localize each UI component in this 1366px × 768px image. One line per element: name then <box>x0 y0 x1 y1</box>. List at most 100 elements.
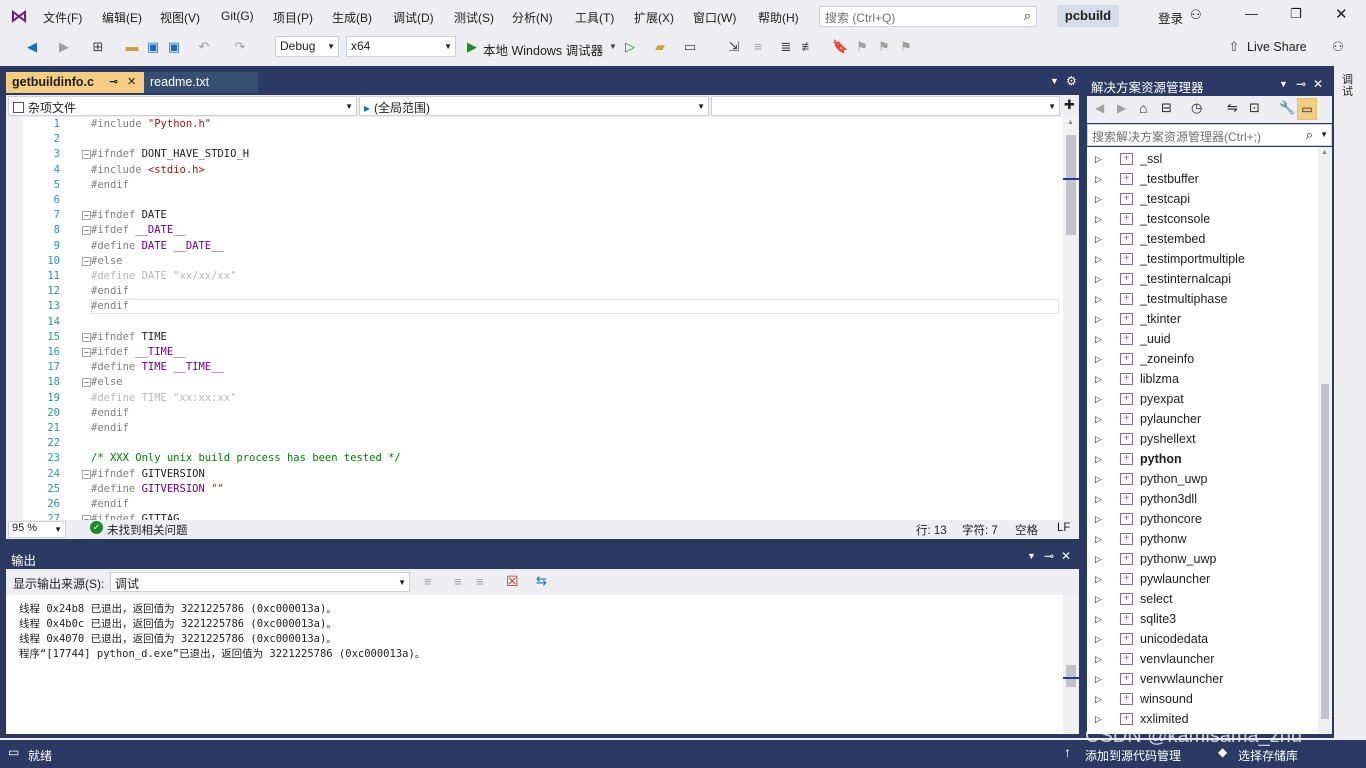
fold-toggle-icon[interactable]: − <box>82 332 91 342</box>
expand-arrow-icon[interactable]: ▷ <box>1095 249 1102 269</box>
menu-item[interactable]: Git(G) <box>221 9 254 23</box>
account-icon[interactable]: ⚇ <box>1190 7 1202 23</box>
global-scope-select[interactable]: ▸ (全局范围) ▼ <box>359 96 709 116</box>
sync-icon[interactable]: ⇋ <box>1227 100 1238 116</box>
tree-item[interactable]: ▷ + pylauncher <box>1087 409 1317 429</box>
issues-status[interactable]: 未找到相关问题 <box>107 522 188 538</box>
expand-arrow-icon[interactable]: ▷ <box>1095 209 1102 229</box>
platform-select[interactable]: x64 ▼ <box>346 36 456 57</box>
member-select[interactable]: ▼ <box>711 96 1060 116</box>
home-icon[interactable]: ⌂ <box>1139 100 1147 116</box>
close-icon[interactable]: ✕ <box>1061 549 1071 563</box>
tree-item[interactable]: ▷ + _testimportmultiple <box>1087 249 1317 269</box>
menu-item[interactable]: 编辑(E) <box>102 9 142 26</box>
column-indicator[interactable]: 字符: 7 <box>962 522 998 538</box>
pin-icon[interactable]: ⊸ <box>1296 77 1306 91</box>
split-icon[interactable]: ✚ <box>1064 97 1075 113</box>
expand-arrow-icon[interactable]: ▷ <box>1095 609 1102 629</box>
expand-arrow-icon[interactable]: ▷ <box>1095 669 1102 689</box>
expand-arrow-icon[interactable]: ▷ <box>1095 269 1102 289</box>
switch-view-icon[interactable]: ⊟ <box>1161 100 1172 116</box>
pin-icon[interactable]: ⊸ <box>109 75 118 88</box>
solution-scroll-thumb[interactable] <box>1321 384 1329 719</box>
output-vertical-scrollbar[interactable] <box>1063 595 1079 734</box>
restore-button[interactable]: ❐ <box>1290 6 1302 22</box>
tree-item[interactable]: ▷ + python <box>1087 449 1317 469</box>
code-editor[interactable]: 1 #include "Python.h" 2 3− #ifndef DONT_HAVE… <box>6 117 1079 520</box>
menu-item[interactable]: 工具(T) <box>575 9 614 26</box>
tree-item[interactable]: ▷ + _uuid <box>1087 329 1317 349</box>
forward-icon[interactable]: ▶ <box>1117 101 1126 115</box>
menu-item[interactable]: 窗口(W) <box>693 9 736 26</box>
tab-getbuildinfo[interactable]: getbuildinfo.c ⊸ ✕ <box>6 72 144 93</box>
output-text-area[interactable]: 线程 0x24b8 已退出，返回值为 3221225786 (0xc000013… <box>6 595 1079 734</box>
arrow-up-icon[interactable]: ↑ <box>1064 744 1071 760</box>
window-layout-icon[interactable]: ▭ <box>682 39 698 55</box>
expand-arrow-icon[interactable]: ▷ <box>1095 569 1102 589</box>
start-debugger-button[interactable]: 本地 Windows 调试器 <box>483 40 603 59</box>
undo-icon[interactable]: ↶ <box>196 39 212 55</box>
line-indicator[interactable]: 行: 13 <box>916 522 947 538</box>
bookmark-icon[interactable]: 🔖 <box>832 39 848 55</box>
collapse-all-icon[interactable]: ⊡ <box>1249 100 1260 116</box>
expand-arrow-icon[interactable]: ▷ <box>1095 389 1102 409</box>
tree-item[interactable]: ▷ + venvwlauncher <box>1087 669 1317 689</box>
expand-arrow-icon[interactable]: ▷ <box>1095 689 1102 709</box>
feedback-icon[interactable]: ⚇ <box>1330 39 1346 55</box>
close-button[interactable]: ✕ <box>1335 5 1348 23</box>
close-icon[interactable]: ✕ <box>1313 77 1323 91</box>
clear-all-icon[interactable]: ☒ <box>506 573 519 590</box>
login-link[interactable]: 登录 <box>1158 8 1183 27</box>
new-project-icon[interactable]: ⊞ <box>90 39 106 55</box>
history-icon[interactable]: ◷ <box>1191 100 1202 116</box>
zoom-select[interactable]: 95 % ▼ <box>8 521 66 538</box>
expand-arrow-icon[interactable]: ▷ <box>1095 309 1102 329</box>
expand-arrow-icon[interactable]: ▷ <box>1095 489 1102 509</box>
tree-item[interactable]: ▷ + sqlite3 <box>1087 609 1317 629</box>
chevron-down-icon[interactable]: ▼ <box>1320 130 1328 139</box>
clear-bookmark-icon[interactable]: ⚑ <box>898 39 914 55</box>
back-icon[interactable]: ◀ <box>24 39 40 55</box>
menu-item[interactable]: 视图(V) <box>160 9 200 26</box>
menu-item[interactable]: 帮助(H) <box>758 9 799 26</box>
tree-item[interactable]: ▷ + _tkinter <box>1087 309 1317 329</box>
tree-item[interactable]: ▷ + winsound <box>1087 689 1317 709</box>
minimize-button[interactable]: — <box>1245 6 1258 21</box>
redo-icon[interactable]: ↷ <box>232 39 248 55</box>
tree-item[interactable]: ▷ + _zoneinfo <box>1087 349 1317 369</box>
tab-overflow-icon[interactable]: ▼ <box>1050 76 1059 86</box>
tree-item[interactable]: ▷ + _testembed <box>1087 229 1317 249</box>
fold-toggle-icon[interactable]: − <box>82 469 91 479</box>
vs-logo-icon[interactable]: ⋈ <box>10 6 32 26</box>
next-bookmark-icon[interactable]: ⚑ <box>876 39 892 55</box>
config-select[interactable]: Debug ▼ <box>275 36 339 57</box>
share-icon[interactable]: ⇧ <box>1226 39 1242 55</box>
expand-arrow-icon[interactable]: ▷ <box>1095 369 1102 389</box>
back-icon[interactable]: ◀ <box>1095 101 1104 115</box>
save-all-icon[interactable]: ▣ <box>166 39 182 55</box>
tree-item[interactable]: ▷ + _testconsole <box>1087 209 1317 229</box>
scroll-up-icon[interactable]: ▲ <box>1321 149 1328 156</box>
expand-arrow-icon[interactable]: ▷ <box>1095 469 1102 489</box>
start-without-debug-icon[interactable]: ▷ <box>622 39 638 55</box>
expand-arrow-icon[interactable]: ▷ <box>1095 429 1102 449</box>
expand-arrow-icon[interactable]: ▷ <box>1095 629 1102 649</box>
uncomment-icon[interactable]: ≢ <box>800 39 816 55</box>
gear-icon[interactable]: ⚙ <box>1066 74 1077 88</box>
expand-arrow-icon[interactable]: ▷ <box>1095 529 1102 549</box>
tree-item[interactable]: ▷ + pyexpat <box>1087 389 1317 409</box>
expand-arrow-icon[interactable]: ▷ <box>1095 449 1102 469</box>
expand-arrow-icon[interactable]: ▷ <box>1095 169 1102 189</box>
expand-arrow-icon[interactable]: ▷ <box>1095 229 1102 249</box>
prev-message-icon[interactable]: ≡ <box>454 574 462 589</box>
tab-readme[interactable]: readme.txt <box>144 72 258 93</box>
tree-item[interactable]: ▷ + python3dll <box>1087 489 1317 509</box>
fold-toggle-icon[interactable]: − <box>82 226 91 236</box>
tree-item[interactable]: ▷ + pyshellext <box>1087 429 1317 449</box>
tree-item[interactable]: ▷ + unicodedata <box>1087 629 1317 649</box>
expand-arrow-icon[interactable]: ▷ <box>1095 349 1102 369</box>
fold-toggle-icon[interactable]: − <box>82 150 91 160</box>
panel-menu-icon[interactable]: ▼ <box>1279 79 1288 89</box>
expand-arrow-icon[interactable]: ▷ <box>1095 289 1102 309</box>
tree-item[interactable]: ▷ + python_uwp <box>1087 469 1317 489</box>
